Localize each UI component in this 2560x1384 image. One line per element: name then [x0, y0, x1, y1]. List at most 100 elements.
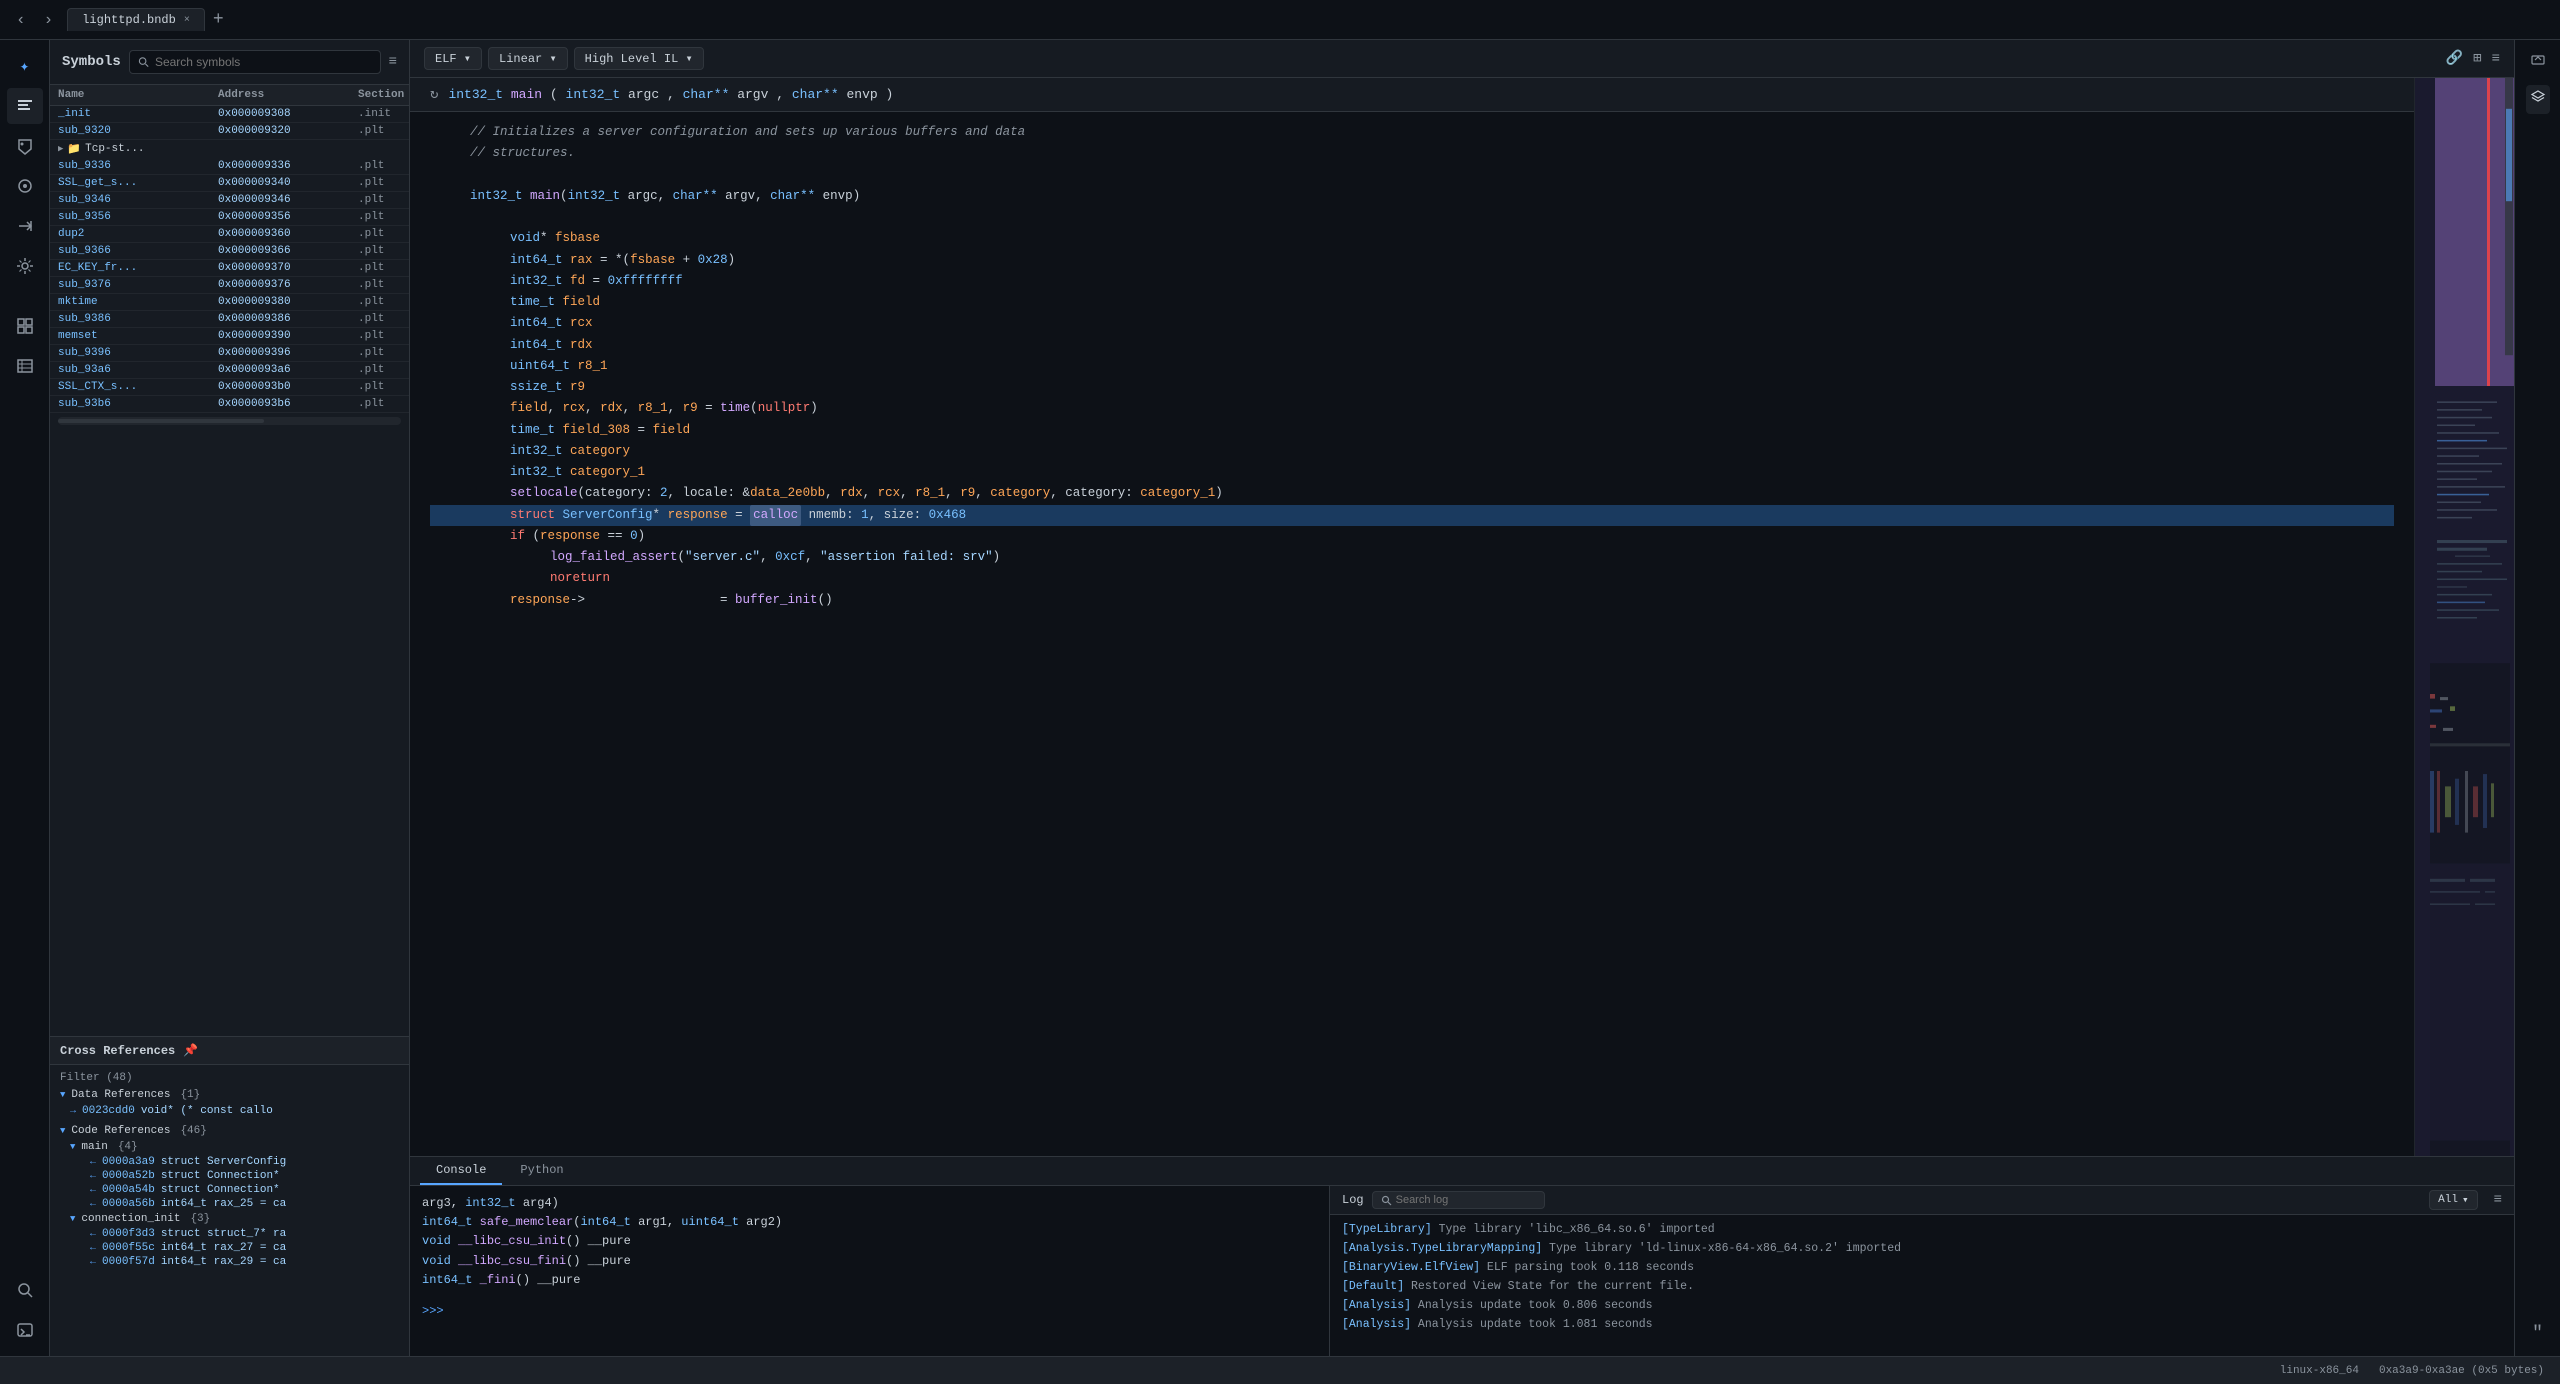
symbol-row[interactable]: sub_93b6 0x0000093b6 .plt	[50, 396, 409, 413]
code-line: ssize_t r9	[430, 377, 2394, 398]
symbol-row[interactable]: SSL_CTX_s... 0x0000093b0 .plt	[50, 379, 409, 396]
symbol-row[interactable]: sub_9386 0x000009386 .plt	[50, 311, 409, 328]
log-search-input[interactable]	[1396, 1194, 1536, 1206]
xref-main-item[interactable]: ← 0000a3a9 struct ServerConfig	[60, 1155, 409, 1169]
xref-arrow-icon: ←	[90, 1157, 96, 1168]
symbol-row[interactable]: memset 0x000009390 .plt	[50, 328, 409, 345]
symbol-row[interactable]: sub_9376 0x000009376 .plt	[50, 277, 409, 294]
status-bar: linux-x86_64 0xa3a9-0xa3ae (0x5 bytes)	[0, 1356, 2560, 1384]
code-line	[430, 207, 2394, 228]
data-ref-item[interactable]: → 0023cdd0 void* (* const callo	[50, 1103, 409, 1119]
log-search-container[interactable]	[1372, 1191, 1545, 1209]
symbol-rows: _init 0x000009308 .init sub_9320 0x00000…	[50, 106, 409, 413]
activity-nav[interactable]	[7, 168, 43, 204]
activity-tags[interactable]	[7, 128, 43, 164]
xref-arrow-icon: ←	[90, 1243, 96, 1254]
code-refs-section: ▼ Code References {46} ▼ main {4} ←	[50, 1123, 409, 1269]
code-container: ↻ int32_t main ( int32_t argc , char** a…	[410, 78, 2414, 1156]
console-prompt-line: >>>	[422, 1302, 1317, 1321]
symbol-folder-row[interactable]: ▶ 📁 Tcp-st...	[50, 140, 409, 158]
symbol-row[interactable]: mktime 0x000009380 .plt	[50, 294, 409, 311]
symbol-row[interactable]: sub_9356 0x000009356 .plt	[50, 209, 409, 226]
symbol-row[interactable]: sub_9366 0x000009366 .plt	[50, 243, 409, 260]
function-signature: int32_t main ( int32_t argc , char** arg…	[448, 87, 893, 102]
log-filter-dropdown[interactable]: All ▾	[2429, 1190, 2477, 1210]
activity-symbols[interactable]	[7, 88, 43, 124]
symbol-row[interactable]: sub_9396 0x000009396 .plt	[50, 345, 409, 362]
scroll-indicator	[58, 417, 401, 425]
linear-dropdown[interactable]: Linear ▾	[488, 47, 568, 70]
symbol-table: Name Address Section _init 0x000009308 .…	[50, 85, 409, 1036]
refresh-icon[interactable]: ↻	[430, 86, 438, 103]
tab-lighttpd[interactable]: lighttpd.bndb ×	[67, 8, 205, 31]
symbol-row[interactable]: sub_93a6 0x0000093a6 .plt	[50, 362, 409, 379]
xref-conn-item[interactable]: ← 0000f57d int64_t rax_29 = ca	[60, 1255, 409, 1269]
search-container[interactable]	[129, 50, 381, 74]
xref-main-item[interactable]: ← 0000a56b int64_t rax_25 = ca	[60, 1197, 409, 1211]
xref-conn-item[interactable]: ← 0000f55c int64_t rax_27 = ca	[60, 1241, 409, 1255]
symbol-row[interactable]: sub_9346 0x000009346 .plt	[50, 192, 409, 209]
activity-grid[interactable]	[7, 308, 43, 344]
cross-ref-header: Cross References 📌	[50, 1037, 409, 1065]
symbol-row[interactable]: sub_9320 0x000009320 .plt	[50, 123, 409, 140]
columns-icon[interactable]: ⊞	[2473, 50, 2481, 67]
connection-init-count: {3}	[190, 1213, 210, 1225]
forward-button[interactable]: ›	[38, 9, 60, 31]
xref-conn-item[interactable]: ← 0000f3d3 struct struct_7* ra	[60, 1227, 409, 1241]
code-line: // structures.	[430, 143, 2394, 164]
main-xref-header[interactable]: ▼ main {4}	[60, 1139, 409, 1155]
toolbar-icons: 🔗 ⊞ ≡	[2446, 50, 2500, 67]
search-symbols-input[interactable]	[155, 55, 372, 69]
tab-python[interactable]: Python	[504, 1157, 579, 1185]
symbol-row[interactable]: EC_KEY_fr... 0x000009370 .plt	[50, 260, 409, 277]
activity-list[interactable]	[7, 348, 43, 384]
right-icon-quote[interactable]: "	[2528, 1320, 2547, 1348]
log-filter-label: All	[2438, 1194, 2458, 1206]
link-icon[interactable]: 🔗	[2446, 50, 2463, 67]
main-label: main	[81, 1141, 107, 1153]
symbol-row[interactable]: sub_9336 0x000009336 .plt	[50, 158, 409, 175]
sidebar-menu-button[interactable]: ≡	[389, 54, 397, 70]
activity-search[interactable]	[7, 1272, 43, 1308]
xref-main-item[interactable]: ← 0000a54b struct Connection*	[60, 1183, 409, 1197]
log-header: Log All ▾ ≡	[1330, 1186, 2514, 1215]
filter-line[interactable]: Filter (48)	[50, 1069, 409, 1087]
activity-home[interactable]: ✦	[7, 48, 43, 84]
add-tab-button[interactable]: +	[213, 10, 224, 30]
log-search-icon	[1381, 1195, 1392, 1206]
symbol-row[interactable]: SSL_get_s... 0x000009340 .plt	[50, 175, 409, 192]
xref-main-item[interactable]: ← 0000a52b struct Connection*	[60, 1169, 409, 1183]
symbol-row[interactable]: _init 0x000009308 .init	[50, 106, 409, 123]
back-button[interactable]: ‹	[10, 9, 32, 31]
log-entry: [Analysis] Analysis update took 0.806 se…	[1342, 1297, 2502, 1316]
nav-buttons: ‹ ›	[10, 9, 59, 31]
code-line: // Initializes a server configuration an…	[430, 122, 2394, 143]
bottom-panel: Console Python arg3, int32_t arg4) int64…	[410, 1156, 2514, 1356]
minimap-svg	[2415, 78, 2514, 1156]
activity-xref[interactable]	[7, 208, 43, 244]
cross-ref-content: Filter (48) ▼ Data References {1} → 0023…	[50, 1065, 409, 1356]
console-line: void __libc_csu_init() __pure	[422, 1232, 1317, 1251]
right-icon-layers[interactable]	[2526, 85, 2550, 114]
tab-console[interactable]: Console	[420, 1157, 502, 1185]
log-entry: [Default] Restored View State for the cu…	[1342, 1278, 2502, 1297]
right-icon-variables[interactable]	[2526, 48, 2550, 77]
menu-icon[interactable]: ≡	[2492, 51, 2500, 67]
data-refs-header[interactable]: ▼ Data References {1}	[50, 1087, 409, 1103]
code-content: // Initializes a server configuration an…	[410, 112, 2414, 1156]
code-refs-header[interactable]: ▼ Code References {46}	[50, 1123, 409, 1139]
log-menu-button[interactable]: ≡	[2494, 1192, 2502, 1208]
hlil-dropdown[interactable]: High Level IL ▾	[574, 47, 704, 70]
code-line: void* fsbase	[430, 228, 2394, 249]
folder-label: Tcp-st...	[85, 143, 144, 155]
activity-settings[interactable]	[7, 248, 43, 284]
pin-icon[interactable]: 📌	[183, 1043, 198, 1058]
activity-terminal[interactable]	[7, 1312, 43, 1348]
code-line-highlighted[interactable]: struct ServerConfig* response = calloc n…	[430, 505, 2394, 526]
console-line: arg3, int32_t arg4)	[422, 1194, 1317, 1213]
activity-bar: ✦	[0, 40, 50, 1356]
symbol-row[interactable]: dup2 0x000009360 .plt	[50, 226, 409, 243]
tab-close-button[interactable]: ×	[184, 15, 190, 26]
elf-dropdown[interactable]: ELF ▾	[424, 47, 482, 70]
connection-init-xref-header[interactable]: ▼ connection_init {3}	[60, 1211, 409, 1227]
